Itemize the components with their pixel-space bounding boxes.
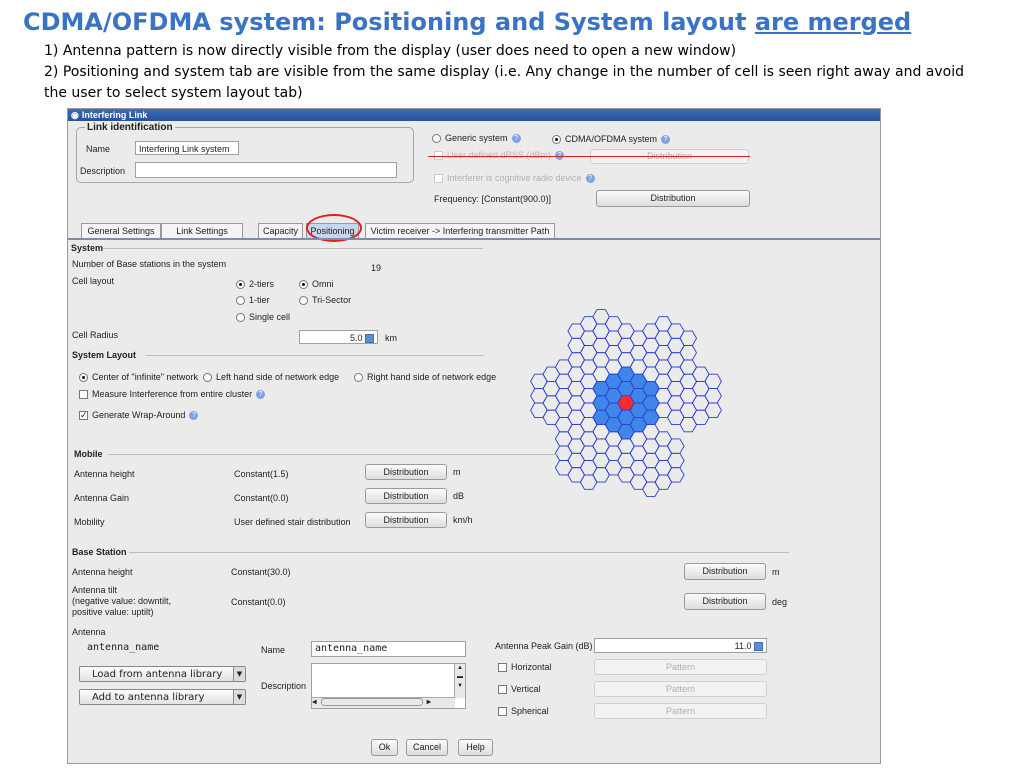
spherical-pattern-button[interactable]: Pattern: [594, 703, 767, 719]
hex-cell: [666, 467, 685, 483]
antenna-tilt-distribution-button[interactable]: Distribution: [684, 593, 766, 610]
mobility-label: Mobility: [74, 517, 105, 527]
mobility-distribution-button[interactable]: Distribution: [365, 512, 447, 528]
mobility-value: User defined stair distribution: [234, 517, 351, 527]
vertical-pattern-label: Vertical: [511, 684, 541, 694]
antenna-tilt-unit: deg: [772, 597, 788, 607]
bullet-1: 1) Antenna pattern is now directly visib…: [44, 43, 737, 59]
bs-antenna-height-value: Constant(30.0): [231, 567, 291, 577]
antenna-tilt-label-line3: positive value: uptilt): [72, 607, 154, 617]
vertical-pattern-button[interactable]: Pattern: [594, 681, 767, 697]
vertical-scrollbar[interactable]: ▲ ▬ ▼: [454, 664, 465, 698]
load-antenna-library-dropdown[interactable]: Load from antenna library ▼: [79, 666, 246, 682]
antenna-tilt-value: Constant(0.0): [231, 597, 286, 607]
hex-cell: [679, 330, 698, 346]
spherical-pattern-checkbox[interactable]: [498, 707, 507, 717]
bs-antenna-height-distribution-button[interactable]: Distribution: [684, 563, 766, 580]
bs-antenna-height-label: Antenna height: [72, 567, 133, 577]
mobile-antenna-height-label: Antenna height: [74, 469, 135, 479]
hex-cell: [704, 373, 722, 390]
antenna-description-textarea[interactable]: ▲ ▬ ▼ ◀ ▶: [311, 663, 466, 709]
spherical-pattern-option[interactable]: Spherical: [498, 706, 549, 717]
hex-cell: [579, 402, 598, 418]
mobile-antenna-gain-label: Antenna Gain: [74, 493, 130, 503]
vertical-pattern-checkbox[interactable]: [498, 685, 507, 695]
cancel-button[interactable]: Cancel: [406, 739, 448, 756]
hex-cell: [704, 388, 722, 404]
add-antenna-library-label: Add to antenna library: [92, 692, 205, 703]
help-button[interactable]: Help: [458, 739, 493, 756]
antenna-tilt-label-line1: Antenna tilt: [72, 585, 118, 595]
mobile-divider: [108, 454, 558, 455]
spherical-pattern-label: Spherical: [511, 706, 549, 716]
antenna-description-label: Description: [261, 681, 307, 691]
ok-button[interactable]: Ok: [371, 739, 398, 756]
base-station-heading: Base Station: [72, 547, 127, 557]
mobile-antenna-height-unit: m: [453, 467, 461, 477]
interfering-link-window: ◉ Interfering Link Link identification Na…: [67, 108, 881, 764]
antenna-peak-gain-field[interactable]: 11.0: [594, 638, 767, 653]
vertical-pattern-option[interactable]: Vertical: [498, 684, 541, 695]
dropdown-arrow-icon[interactable]: ▼: [233, 690, 245, 704]
add-antenna-library-dropdown[interactable]: Add to antenna library ▼: [79, 689, 246, 705]
mobile-antenna-gain-value: Constant(0.0): [234, 493, 289, 503]
antenna-name-label: Name: [261, 645, 286, 655]
mobile-antenna-height-distribution-button[interactable]: Distribution: [365, 464, 447, 480]
hex-cell: [604, 445, 623, 461]
hex-cell: [604, 460, 623, 476]
mobile-antenna-height-value: Constant(1.5): [234, 469, 289, 479]
bullet-2: 2) Positioning and system tab are visibl…: [44, 64, 965, 101]
slide-title: CDMA/OFDMA system: Positioning and Syste…: [23, 8, 911, 36]
bs-antenna-height-unit: m: [772, 567, 780, 577]
dropdown-arrow-icon[interactable]: ▼: [233, 667, 245, 681]
hex-cell: [666, 438, 685, 454]
slide-bullets: 1) Antenna pattern is now directly visib…: [44, 41, 984, 104]
horizontal-pattern-option[interactable]: Horizontal: [498, 662, 552, 673]
load-antenna-library-label: Load from antenna library: [92, 669, 223, 680]
hex-cell: [704, 402, 722, 418]
antenna-name-field[interactable]: antenna_name: [311, 641, 466, 657]
horizontal-pattern-checkbox[interactable]: [498, 663, 507, 673]
antenna-tilt-label-line2: (negative value: downtilt,: [72, 596, 172, 606]
antenna-peak-gain-value: 11.0: [734, 641, 752, 651]
antenna-peak-gain-label: Antenna Peak Gain (dB): [495, 641, 593, 651]
hex-cell: [679, 345, 698, 361]
hex-cell: [666, 452, 685, 469]
antenna-label: Antenna: [72, 627, 106, 637]
calculator-icon[interactable]: [754, 642, 763, 652]
antenna-name-display: antenna_name: [87, 642, 160, 653]
hex-cell: [579, 388, 598, 404]
slide-title-main: CDMA/OFDMA system: Positioning and Syste…: [23, 8, 755, 36]
mobile-heading: Mobile: [74, 449, 103, 459]
mobile-antenna-gain-unit: dB: [453, 491, 465, 501]
antenna-tilt-label: Antenna tilt (negative value: downtilt, po…: [72, 585, 171, 618]
horizontal-scrollbar[interactable]: ◀ ▶: [312, 697, 455, 708]
base-station-divider: [129, 552, 789, 553]
mobile-antenna-gain-distribution-button[interactable]: Distribution: [365, 488, 447, 504]
mobility-unit: km/h: [453, 515, 473, 525]
horizontal-pattern-label: Horizontal: [511, 662, 552, 672]
slide-title-underlined: are merged: [754, 8, 912, 36]
horizontal-pattern-button[interactable]: Pattern: [594, 659, 767, 675]
hex-cell: [604, 431, 623, 447]
